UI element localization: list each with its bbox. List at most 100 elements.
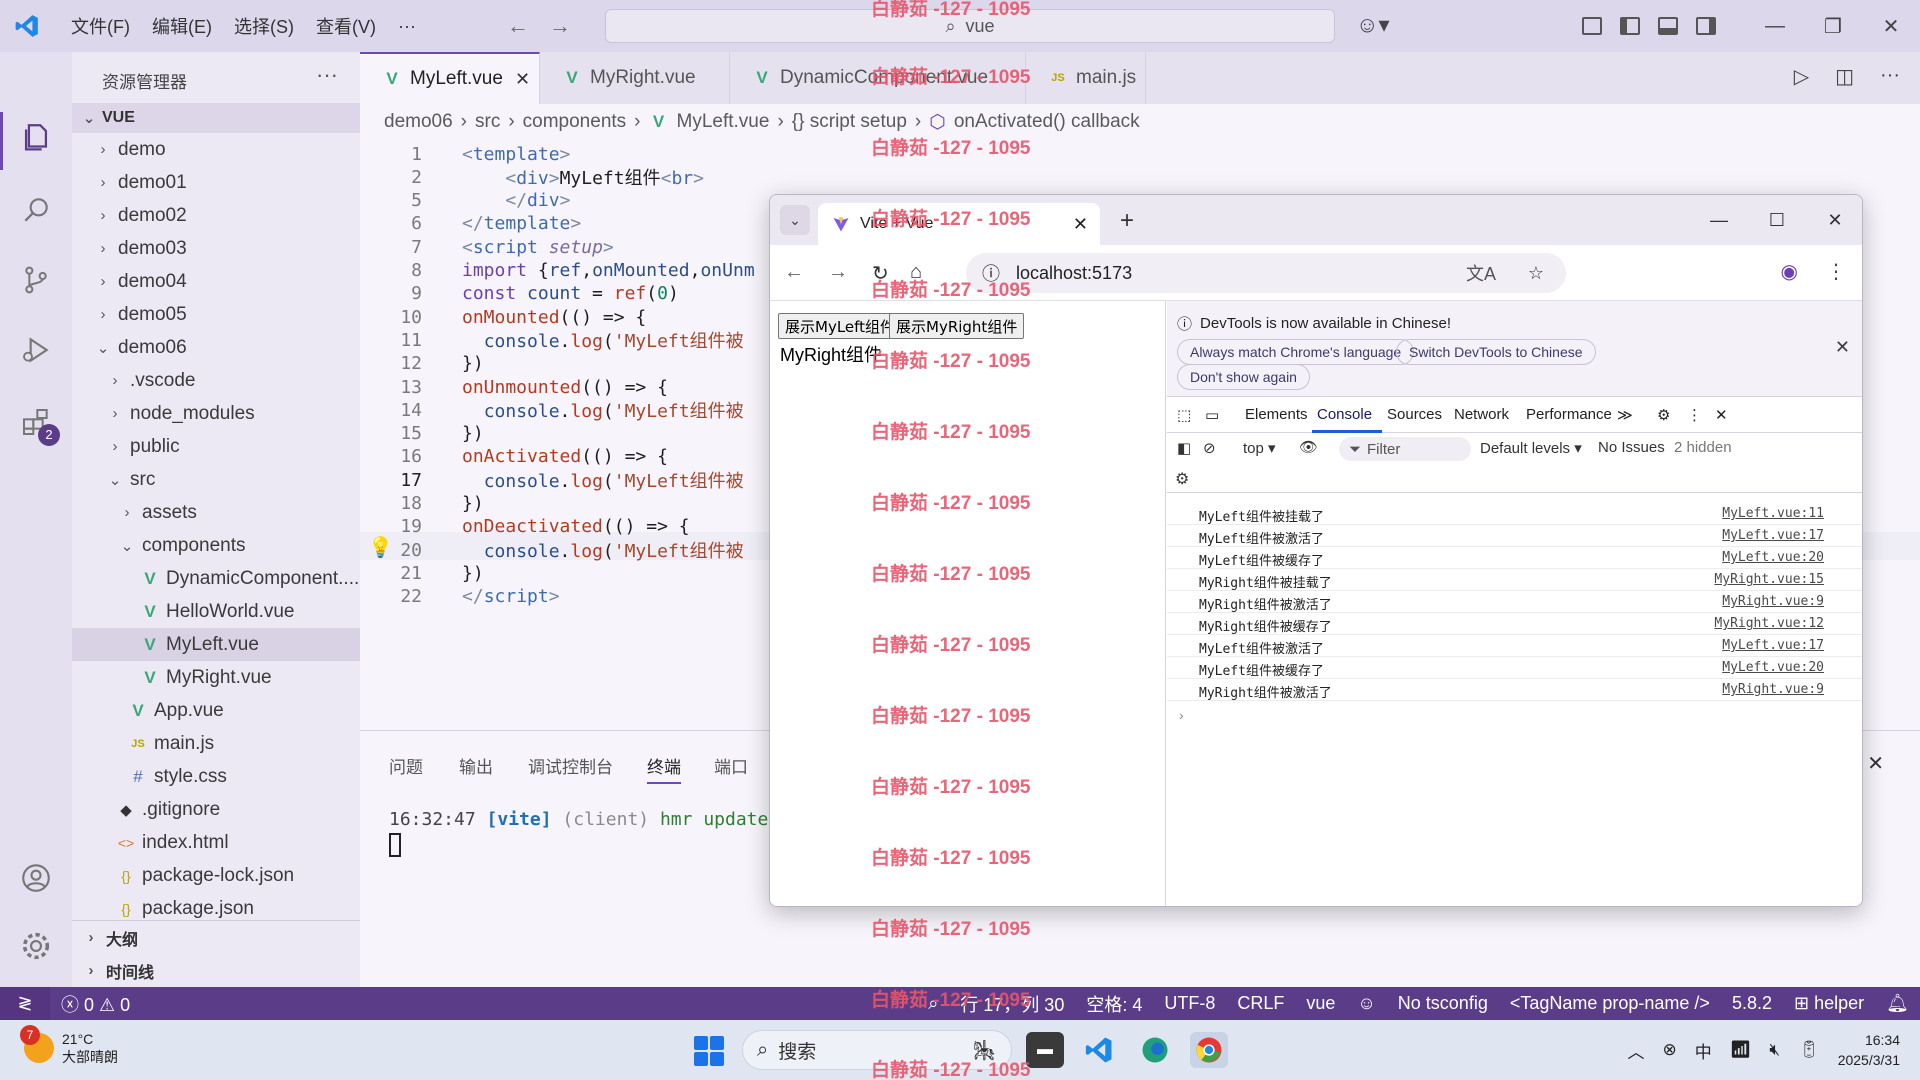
problems-indicator[interactable]: ⓧ 0 ⚠ 0 — [50, 991, 141, 1017]
menu-selection[interactable]: 选择(S) — [223, 13, 305, 39]
tree-folder[interactable]: › assets — [72, 496, 360, 529]
explorer-icon[interactable] — [16, 118, 56, 158]
tree-file[interactable]: V HelloWorld.vue — [72, 595, 360, 628]
devtools-tab-console[interactable]: Console — [1317, 406, 1372, 423]
tree-file[interactable]: ◆ .gitignore — [72, 793, 360, 826]
sidebar-toggle-icon[interactable]: ◧ — [1177, 439, 1191, 457]
close-tab-icon[interactable]: ✕ — [515, 69, 530, 90]
console-log-source-link[interactable]: MyRight.vue:9 — [1722, 682, 1824, 697]
panel-tab-problems[interactable]: 问题 — [389, 753, 423, 778]
console-prompt-chevron-icon[interactable]: › — [1179, 707, 1184, 723]
console-log-source-link[interactable]: MyLeft.vue:20 — [1722, 660, 1824, 675]
close-devtools-icon[interactable]: ✕ — [1715, 406, 1728, 424]
wifi-icon[interactable]: 📶︎ — [1730, 1040, 1752, 1060]
log-levels-select[interactable]: Default levels ▾ — [1480, 439, 1582, 457]
console-log-source-link[interactable]: MyLeft.vue:17 — [1722, 528, 1824, 543]
tree-folder[interactable]: › demo — [72, 133, 360, 166]
dont-show-again-button[interactable]: Don't show again — [1177, 364, 1310, 390]
back-arrow-icon[interactable]: ← — [784, 261, 804, 284]
tab-mainjs[interactable]: JS main.js — [1026, 52, 1146, 104]
breadcrumb-item[interactable]: MyLeft.vue — [677, 111, 770, 133]
weather-widget[interactable]: 7 21°C 大部晴朗 — [20, 1025, 118, 1066]
forward-arrow-icon[interactable]: → — [539, 13, 581, 39]
tree-folder[interactable]: › demo04 — [72, 265, 360, 298]
run-icon[interactable]: ▷ — [1794, 64, 1809, 89]
tree-file[interactable]: V DynamicComponent.... — [72, 562, 360, 595]
always-match-language-button[interactable]: Always match Chrome's language — [1177, 339, 1415, 365]
devtools-tab-network[interactable]: Network — [1454, 406, 1509, 423]
show-myright-button[interactable]: 展示MyRight组件 — [889, 313, 1025, 339]
maximize-icon[interactable]: ❐ — [1804, 14, 1862, 39]
battery-icon[interactable]: 🔋︎ — [1798, 1040, 1820, 1060]
tab-dynamiccomponent[interactable]: V DynamicComponent.vue — [730, 52, 1026, 104]
close-window-icon[interactable]: ✕ — [1806, 210, 1862, 231]
tagname-status[interactable]: <TagName prop-name /> — [1499, 993, 1721, 1014]
tree-folder[interactable]: › demo01 — [72, 166, 360, 199]
ime-indicator[interactable]: 中 — [1695, 1038, 1712, 1063]
more-actions-icon[interactable]: ··· — [1880, 64, 1900, 89]
tree-file[interactable]: <> index.html — [72, 826, 360, 859]
maximize-icon[interactable]: ☐ — [1748, 210, 1806, 231]
vscode-taskbar-icon[interactable] — [1080, 1032, 1118, 1068]
run-debug-icon[interactable] — [16, 330, 56, 370]
tab-myright[interactable]: V MyRight.vue — [540, 52, 730, 104]
tree-folder[interactable]: › demo05 — [72, 298, 360, 331]
devtools-settings-gear-icon[interactable]: ⚙ — [1657, 406, 1670, 424]
panel-tab-terminal[interactable]: 终端 — [647, 753, 681, 784]
forward-arrow-icon[interactable]: → — [828, 261, 848, 284]
outline-section[interactable]: › 大纲 — [72, 921, 360, 954]
tree-folder[interactable]: › node_modules — [72, 397, 360, 430]
edge-taskbar-icon[interactable] — [1136, 1032, 1174, 1068]
tree-folder[interactable]: › public — [72, 430, 360, 463]
tree-file[interactable]: {} package-lock.json — [72, 859, 360, 892]
profile-avatar-icon[interactable]: ◉ — [1781, 259, 1798, 284]
site-info-icon[interactable]: ⓘ — [982, 260, 1000, 286]
new-tab-icon[interactable]: + — [1120, 207, 1134, 235]
console-settings-gear-icon[interactable]: ⚙ — [1175, 469, 1189, 489]
more-tabs-icon[interactable]: ≫ — [1617, 406, 1633, 424]
tree-file[interactable]: V MyRight.vue — [72, 661, 360, 694]
tree-file[interactable]: V App.vue — [72, 694, 360, 727]
remote-indicator-icon[interactable]: ≷ — [0, 987, 50, 1020]
close-panel-icon[interactable]: ✕ — [1867, 751, 1884, 776]
home-icon[interactable]: ⌂ — [910, 261, 922, 284]
breadcrumb-item[interactable]: onActivated() callback — [954, 111, 1140, 133]
inspect-element-icon[interactable]: ⬚ — [1177, 406, 1191, 424]
toggle-panel-icon[interactable] — [1658, 17, 1678, 35]
tree-folder[interactable]: ⌄ components — [72, 529, 360, 562]
tab-search-chevron-icon[interactable]: ⌄ — [780, 205, 810, 235]
console-log-source-link[interactable]: MyRight.vue:15 — [1714, 572, 1824, 587]
manage-gear-icon[interactable] — [16, 926, 56, 966]
search-icon[interactable] — [16, 190, 56, 230]
live-expression-eye-icon[interactable]: 👁︎ — [1299, 438, 1318, 456]
toggle-primary-sidebar-icon[interactable] — [1620, 17, 1640, 35]
command-center-search[interactable]: ⌕ vue — [605, 9, 1335, 43]
accounts-icon[interactable] — [16, 858, 56, 898]
devtools-tab-elements[interactable]: Elements — [1245, 406, 1308, 423]
close-tab-icon[interactable]: ✕ — [1073, 214, 1088, 235]
end-of-line[interactable]: CRLF — [1226, 993, 1295, 1014]
extensions-icon[interactable]: 2 — [16, 402, 60, 446]
network-offline-icon[interactable]: ⊗ — [1663, 1040, 1677, 1060]
devtools-menu-icon[interactable]: ⋮ — [1687, 406, 1702, 424]
layout-customize-icon[interactable] — [1582, 17, 1602, 35]
volume-muted-icon[interactable]: 🔇︎ — [1769, 1040, 1780, 1060]
close-notice-icon[interactable]: ✕ — [1835, 337, 1850, 358]
reload-icon[interactable]: ↻ — [872, 261, 889, 286]
tab-myleft[interactable]: V MyLeft.vue ✕ — [360, 52, 540, 104]
bookmark-star-icon[interactable]: ☆ — [1528, 263, 1544, 284]
cursor-position[interactable]: 行 17，列 30 — [949, 991, 1075, 1017]
tree-file[interactable]: V MyLeft.vue — [72, 628, 360, 661]
tree-folder[interactable]: › demo02 — [72, 199, 360, 232]
console-log-source-link[interactable]: MyRight.vue:12 — [1714, 616, 1824, 631]
split-editor-icon[interactable]: ◫ — [1835, 64, 1854, 89]
breadcrumb-item[interactable]: src — [475, 111, 500, 133]
device-toolbar-icon[interactable]: ▭ — [1205, 406, 1219, 424]
console-log-source-link[interactable]: MyLeft.vue:17 — [1722, 638, 1824, 653]
context-select[interactable]: top ▾ — [1243, 439, 1276, 457]
breadcrumb-item[interactable]: {} script setup — [792, 111, 907, 133]
issues-counter[interactable]: No Issues — [1598, 439, 1665, 456]
translate-icon[interactable]: 文A — [1466, 260, 1496, 286]
tsconfig-status[interactable]: No tsconfig — [1387, 993, 1499, 1014]
back-arrow-icon[interactable]: ← — [497, 13, 539, 39]
